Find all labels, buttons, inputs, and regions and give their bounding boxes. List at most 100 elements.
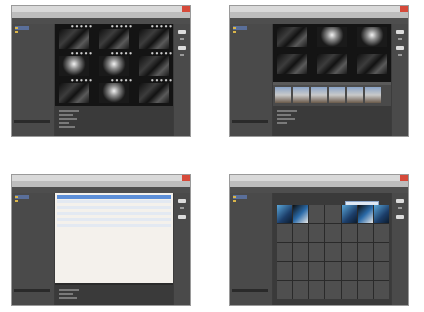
calendar-cell[interactable] <box>373 262 389 280</box>
photo-thumbnail[interactable] <box>99 29 129 49</box>
calendar-cell[interactable] <box>341 224 357 242</box>
photo-thumbnail[interactable] <box>357 27 387 47</box>
folder-icon <box>15 27 18 29</box>
rating-dots: ● ● ● ● ● <box>151 78 173 82</box>
calendar-cell[interactable] <box>277 205 293 223</box>
photo-thumbnail[interactable] <box>139 83 169 103</box>
calendar-cell[interactable] <box>325 224 341 242</box>
calendar-cell[interactable] <box>277 281 293 299</box>
calendar-cell[interactable] <box>373 281 389 299</box>
info-line <box>59 110 79 112</box>
panel-icon[interactable] <box>178 199 186 203</box>
rating-dots: ● ● ● ● ● <box>71 51 93 55</box>
photo-thumbnail[interactable] <box>59 56 89 76</box>
calendar-cell[interactable] <box>325 243 341 261</box>
main-content <box>273 193 391 305</box>
sidebar-field[interactable] <box>232 120 268 123</box>
info-line <box>277 110 297 112</box>
info-line <box>59 126 75 128</box>
calendar-cell[interactable] <box>309 262 325 280</box>
calendar-cell[interactable] <box>293 243 309 261</box>
photo-thumbnail[interactable] <box>317 54 347 74</box>
calendar-cell[interactable] <box>277 262 293 280</box>
calendar-cell[interactable] <box>325 205 341 223</box>
panel-icon[interactable] <box>398 38 402 40</box>
filmstrip-thumbnail[interactable] <box>329 87 345 103</box>
panel-icon[interactable] <box>178 30 186 34</box>
right-panel <box>392 193 408 305</box>
info-line <box>59 118 77 120</box>
photo-thumbnail[interactable] <box>139 56 169 76</box>
filmstrip-thumbnail[interactable] <box>365 87 381 103</box>
calendar-cell[interactable] <box>325 281 341 299</box>
calendar-cell[interactable] <box>341 243 357 261</box>
calendar-cell[interactable] <box>293 205 309 223</box>
filmstrip-thumbnail[interactable] <box>275 87 291 103</box>
filmstrip-thumbnail[interactable] <box>293 87 309 103</box>
info-line <box>277 122 287 124</box>
photo-thumbnail[interactable] <box>99 56 129 76</box>
calendar-cell[interactable] <box>357 243 373 261</box>
table-row[interactable] <box>57 224 171 227</box>
sidebar-field[interactable] <box>232 289 268 292</box>
folder-sidebar <box>12 193 54 305</box>
panel-icon[interactable] <box>178 215 186 219</box>
panel-icon[interactable] <box>396 46 404 50</box>
calendar-cell[interactable] <box>357 281 373 299</box>
panel-icon[interactable] <box>396 215 404 219</box>
calendar-cell[interactable] <box>357 224 373 242</box>
window-thumbnail-strip <box>229 5 409 137</box>
photo-thumbnail[interactable] <box>357 54 387 74</box>
filmstrip <box>273 82 391 106</box>
calendar-cell[interactable] <box>309 205 325 223</box>
panel-icon[interactable] <box>396 199 404 203</box>
folder-icon <box>15 200 18 202</box>
folder-sidebar <box>230 24 272 136</box>
calendar-cell[interactable] <box>341 281 357 299</box>
calendar-cell[interactable] <box>309 281 325 299</box>
window-table-view <box>11 174 191 306</box>
calendar-view <box>273 193 391 305</box>
folder-item[interactable] <box>233 30 243 34</box>
calendar-cell[interactable] <box>309 243 325 261</box>
calendar-cell[interactable] <box>309 224 325 242</box>
panel-icon[interactable] <box>180 54 184 56</box>
calendar-cell[interactable] <box>373 243 389 261</box>
photo-thumbnail[interactable] <box>277 27 307 47</box>
calendar-cell[interactable] <box>325 262 341 280</box>
photo-thumbnail[interactable] <box>59 29 89 49</box>
folder-item[interactable] <box>233 199 243 203</box>
panel-icon[interactable] <box>398 207 402 209</box>
photo-thumbnail[interactable] <box>59 83 89 103</box>
photo-thumbnail[interactable] <box>139 29 169 49</box>
panel-icon[interactable] <box>178 46 186 50</box>
folder-item[interactable] <box>15 199 25 203</box>
photo-thumbnail[interactable] <box>317 27 347 47</box>
photo-thumbnail[interactable] <box>99 83 129 103</box>
calendar-cell[interactable] <box>341 262 357 280</box>
calendar-cell[interactable] <box>341 205 357 223</box>
sidebar-field[interactable] <box>14 120 50 123</box>
calendar-cell[interactable] <box>277 243 293 261</box>
filmstrip-thumbnail[interactable] <box>347 87 363 103</box>
calendar-cell[interactable] <box>373 224 389 242</box>
calendar-cell[interactable] <box>293 262 309 280</box>
filmstrip-thumbnail[interactable] <box>311 87 327 103</box>
panel-icon[interactable] <box>180 38 184 40</box>
calendar-cell[interactable] <box>277 224 293 242</box>
calendar-cell[interactable] <box>373 205 389 223</box>
folder-item[interactable] <box>15 30 25 34</box>
calendar-cell[interactable] <box>293 224 309 242</box>
calendar-cell[interactable] <box>293 281 309 299</box>
calendar-cell[interactable] <box>357 262 373 280</box>
rating-dots: ● ● ● ● ● <box>71 24 93 28</box>
thumbnail-grid <box>273 24 391 82</box>
panel-icon[interactable] <box>180 207 184 209</box>
panel-icon[interactable] <box>398 54 402 56</box>
sidebar-field[interactable] <box>14 289 50 292</box>
panel-icon[interactable] <box>396 30 404 34</box>
info-panel <box>55 106 173 136</box>
photo-thumbnail[interactable] <box>277 54 307 74</box>
calendar-cell[interactable] <box>357 205 373 223</box>
rating-dots: ● ● ● ● ● <box>151 51 173 55</box>
